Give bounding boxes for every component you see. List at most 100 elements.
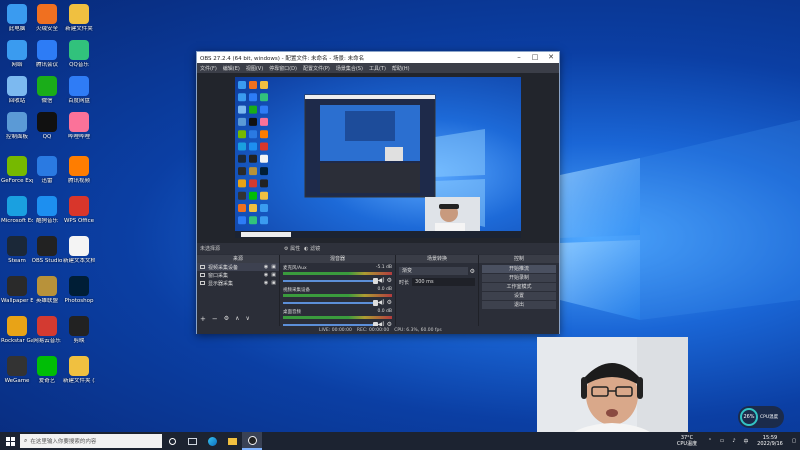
desktop-icon[interactable]: 百度网盘 [64, 76, 94, 114]
taskbar-app-explorer[interactable] [222, 432, 242, 450]
close-button[interactable]: ✕ [543, 52, 559, 63]
preview-icon [260, 117, 268, 126]
desktop-icon[interactable]: WeGame [2, 356, 32, 394]
taskbar-app-obs[interactable] [242, 432, 262, 450]
menu-item[interactable]: 工具(T) [369, 65, 386, 72]
obs-window[interactable]: OBS 27.2.4 (64 bit, windows) - 配置文件: 未命名… [196, 51, 560, 334]
desktop-icon[interactable]: 网易云音乐 [32, 316, 62, 354]
desktop-icon[interactable]: WPS Office [64, 196, 94, 234]
volume-icon[interactable]: ♪ [728, 438, 740, 444]
desktop-icon[interactable]: 爱奇艺 [32, 356, 62, 394]
duration-row: 时长 300 ms [399, 278, 475, 286]
move-down-icon[interactable]: ∨ [246, 315, 250, 323]
transition-settings-icon[interactable]: ⚙ [470, 268, 475, 275]
desktop-icon[interactable]: GeForce Experience [1, 156, 33, 194]
desktop-icon[interactable]: 腾讯会议 [32, 40, 62, 78]
control-button[interactable]: 设置 [482, 292, 556, 300]
desktop-icon[interactable]: 控制面板 [2, 112, 32, 150]
properties-button[interactable]: ⚙ 属性 [284, 245, 300, 252]
notification-icon[interactable]: ▢ [788, 438, 800, 444]
volume-slider[interactable] [283, 299, 378, 306]
taskbar-app-edge[interactable] [202, 432, 222, 450]
tray-up-arrow-icon[interactable]: ⌃ [704, 438, 716, 444]
desktop-icon[interactable]: Wallpaper Engine [1, 276, 33, 314]
desktop-icon[interactable]: 腾讯视频 [64, 156, 94, 194]
menu-item[interactable]: 编辑(E) [223, 65, 240, 72]
volume-slider-handle[interactable] [372, 299, 378, 306]
start-button[interactable] [0, 432, 20, 450]
visibility-eye-icon[interactable]: ◉ [264, 272, 268, 278]
visibility-eye-icon[interactable]: ◉ [264, 280, 268, 286]
source-settings-icon[interactable]: ⚙ [224, 315, 229, 323]
desktop-icon-label: 酷狗音乐 [35, 218, 58, 224]
menu-item[interactable]: 配置文件(P) [303, 65, 330, 72]
transition-select[interactable]: 渐变 [399, 267, 468, 275]
desktop-icon[interactable]: 酷狗音乐 [32, 196, 62, 234]
control-button[interactable]: 开始录制 [482, 274, 556, 282]
move-up-icon[interactable]: ∧ [235, 315, 239, 323]
visibility-eye-icon[interactable]: ◉ [264, 264, 268, 270]
desktop-icon[interactable]: QQ音乐 [64, 40, 94, 78]
kugou-icon [37, 196, 57, 216]
control-button[interactable]: 工作室模式 [482, 283, 556, 291]
desktop-icon-label: 哔哩哔哩 [67, 134, 90, 140]
mixer-settings-icon[interactable]: ⚙ [387, 277, 392, 284]
desktop-icon[interactable]: 此电脑 [2, 4, 32, 42]
desktop-icon[interactable]: Rockstar Games Launcher [1, 316, 33, 354]
desktop-icon[interactable]: 网络 [2, 40, 32, 78]
window-icon [200, 273, 205, 277]
desktop-icon[interactable]: QQ [32, 112, 62, 150]
taskbar-app-windows[interactable] [182, 432, 202, 450]
menu-item[interactable]: 停靠窗口(D) [269, 65, 297, 72]
task-view-button[interactable] [162, 432, 182, 450]
cpu-widget[interactable]: 26% CPU温度 [738, 406, 784, 428]
speaker-icon[interactable]: ◀) [378, 299, 385, 306]
monitor-icon [200, 281, 205, 285]
network-icon[interactable]: ▭ [716, 438, 728, 444]
mixer-settings-icon[interactable]: ⚙ [387, 299, 392, 306]
desktop-icon[interactable]: 新建文件夹 [64, 4, 94, 42]
taskbar-search[interactable]: ⌕ 在这里输入你要搜索的内容 [20, 434, 162, 448]
remove-source-icon[interactable]: − [212, 315, 218, 323]
add-source-icon[interactable]: + [200, 315, 206, 323]
menu-item[interactable]: 帮助(H) [392, 65, 410, 72]
maximize-button[interactable]: □ [527, 52, 543, 63]
obs-docks: 来源 视频采集设备 ◉ ▣ 窗口采集 ◉ ▣ 显示器采集 ◉ ▣ + − ⚙ ∧ ∨ 混音器 麦… [197, 255, 559, 333]
desktop-icon[interactable]: 新建文本文档 [63, 236, 95, 274]
control-button[interactable]: 退出 [482, 301, 556, 309]
menu-item[interactable]: 场景集合(S) [336, 65, 363, 72]
preview-canvas[interactable] [235, 77, 521, 238]
source-item[interactable]: 视频采集设备 ◉ ▣ [197, 263, 279, 271]
desktop-icon[interactable]: Microsoft Edge [1, 196, 33, 234]
menu-item[interactable]: 视图(V) [246, 65, 263, 72]
clock[interactable]: 15:59 2022/9/16 [752, 435, 788, 447]
menu-item[interactable]: 文件(F) [200, 65, 217, 72]
desktop-icon[interactable]: 哔哩哔哩 [64, 112, 94, 150]
weather-widget[interactable]: 37°C CPU温度 [670, 435, 704, 447]
control-button[interactable]: 开始推流 [482, 265, 556, 273]
minimize-button[interactable]: – [511, 52, 527, 63]
desktop-icon[interactable]: 英雄联盟 [32, 276, 62, 314]
lock-icon[interactable]: ▣ [271, 264, 276, 270]
desktop-icon[interactable]: 火绒安全 [32, 4, 62, 42]
desktop-icon[interactable]: OBS Studio [32, 236, 62, 274]
desktop-icon[interactable]: Steam [2, 236, 32, 274]
desktop-icon[interactable]: 迅雷 [32, 156, 62, 194]
desktop-icon[interactable]: 剪映 [64, 316, 94, 354]
obs-title-bar[interactable]: OBS 27.2.4 (64 bit, windows) - 配置文件: 未命名… [197, 52, 559, 63]
desktop-icon[interactable]: 新建文件夹 (2) [63, 356, 95, 394]
lock-icon[interactable]: ▣ [271, 272, 276, 278]
volume-slider[interactable] [283, 277, 378, 284]
desktop-icon[interactable]: 微信 [32, 76, 62, 114]
mixer-list: 麦克风/Aux -5.1 dB ◀) ⚙ 视频采集设备 0.0 dB ◀) ⚙ 桌面音频 0.0 … [280, 263, 395, 329]
ime-icon[interactable]: 中 [740, 438, 752, 445]
source-item[interactable]: 显示器采集 ◉ ▣ [197, 279, 279, 287]
volume-slider-handle[interactable] [372, 277, 378, 284]
desktop-icon[interactable]: 回收站 [2, 76, 32, 114]
filters-button[interactable]: ◐ 滤镜 [304, 245, 320, 252]
duration-input[interactable]: 300 ms [412, 278, 475, 286]
source-item[interactable]: 窗口采集 ◉ ▣ [197, 271, 279, 279]
lock-icon[interactable]: ▣ [271, 280, 276, 286]
speaker-icon[interactable]: ◀) [378, 277, 385, 284]
desktop-icon[interactable]: Photoshop [64, 276, 94, 314]
